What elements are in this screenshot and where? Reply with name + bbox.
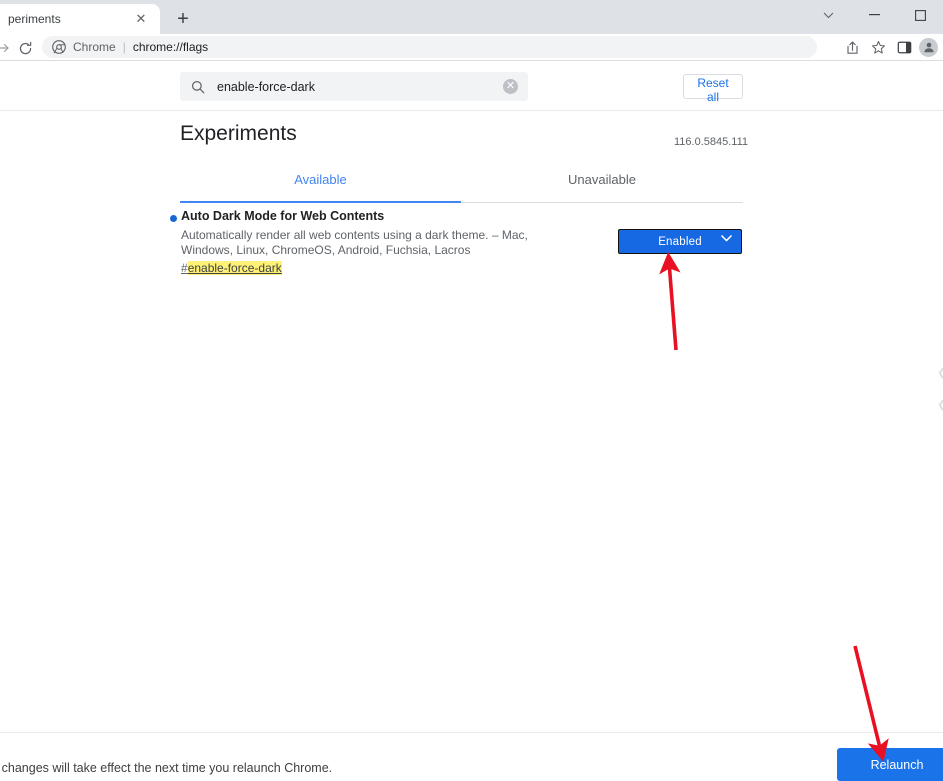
search-icon — [190, 79, 205, 94]
bookmark-star-icon[interactable] — [865, 36, 891, 58]
reset-all-button[interactable]: Reset all — [683, 74, 743, 104]
share-icon[interactable] — [839, 36, 865, 58]
edge-cutoff-artifact-bottom: ❮ — [937, 400, 943, 411]
edge-cutoff-artifact-top: ❮ — [937, 368, 943, 379]
toolbar-icons — [839, 36, 943, 58]
browser-window: periments ✕ + Chrome | chrome://flags en… — [0, 0, 943, 781]
chrome-logo-icon — [52, 40, 66, 54]
address-bar[interactable]: Chrome | chrome://flags — [42, 36, 817, 58]
tab-strip: periments ✕ + — [0, 0, 943, 34]
tab-title: periments — [8, 12, 61, 26]
side-panel-icon[interactable] — [891, 36, 917, 58]
omnibox-chip-label: Chrome — [73, 40, 116, 54]
avatar — [919, 37, 938, 57]
forward-arrow-icon[interactable] — [0, 38, 14, 58]
flag-id: #enable-force-dark — [181, 261, 282, 275]
flags-search-header: ✕ Reset all — [0, 61, 943, 111]
tab-available[interactable]: Available — [180, 172, 461, 187]
reload-icon[interactable] — [14, 37, 36, 59]
relaunch-button[interactable]: Relaunch — [837, 748, 943, 781]
relaunch-message: r changes will take effect the next time… — [0, 761, 333, 775]
flag-modified-dot-icon — [170, 215, 177, 222]
flag-id-hash: # — [181, 261, 188, 275]
flags-page: ✕ Reset all Experiments 116.0.5845.111 A… — [0, 61, 943, 781]
clear-search-icon[interactable]: ✕ — [503, 79, 518, 94]
tab-selected-underline — [180, 201, 461, 203]
omnibox-separator: | — [122, 40, 126, 54]
tab-unavailable[interactable]: Unavailable — [461, 172, 743, 187]
browser-toolbar: Chrome | chrome://flags — [0, 34, 943, 61]
chevron-down-icon — [721, 235, 732, 242]
search-box[interactable]: ✕ — [180, 72, 528, 101]
relaunch-bar: r changes will take effect the next time… — [0, 732, 943, 781]
flag-description: Automatically render all web contents us… — [181, 228, 528, 257]
flags-tabs: Available Unavailable — [180, 166, 743, 203]
tab-search-icon[interactable] — [805, 0, 851, 30]
search-input[interactable] — [215, 78, 489, 95]
maximize-icon[interactable] — [897, 0, 943, 30]
window-controls — [805, 0, 943, 30]
minimize-icon[interactable] — [851, 0, 897, 30]
omnibox-url: chrome://flags — [132, 40, 209, 54]
close-icon[interactable]: ✕ — [134, 12, 148, 26]
new-tab-button[interactable]: + — [170, 7, 196, 33]
profile-avatar[interactable] — [917, 36, 943, 58]
flag-state-value: Enabled — [658, 235, 702, 248]
flag-name: Auto Dark Mode for Web Contents — [181, 209, 385, 223]
flag-state-select[interactable]: Enabled — [618, 229, 742, 254]
flag-id-match: enable-force-dark — [187, 261, 282, 275]
browser-tab[interactable]: periments ✕ — [0, 4, 160, 34]
version-label: 116.0.5845.111 — [674, 136, 749, 148]
page-title: Experiments — [180, 122, 297, 145]
